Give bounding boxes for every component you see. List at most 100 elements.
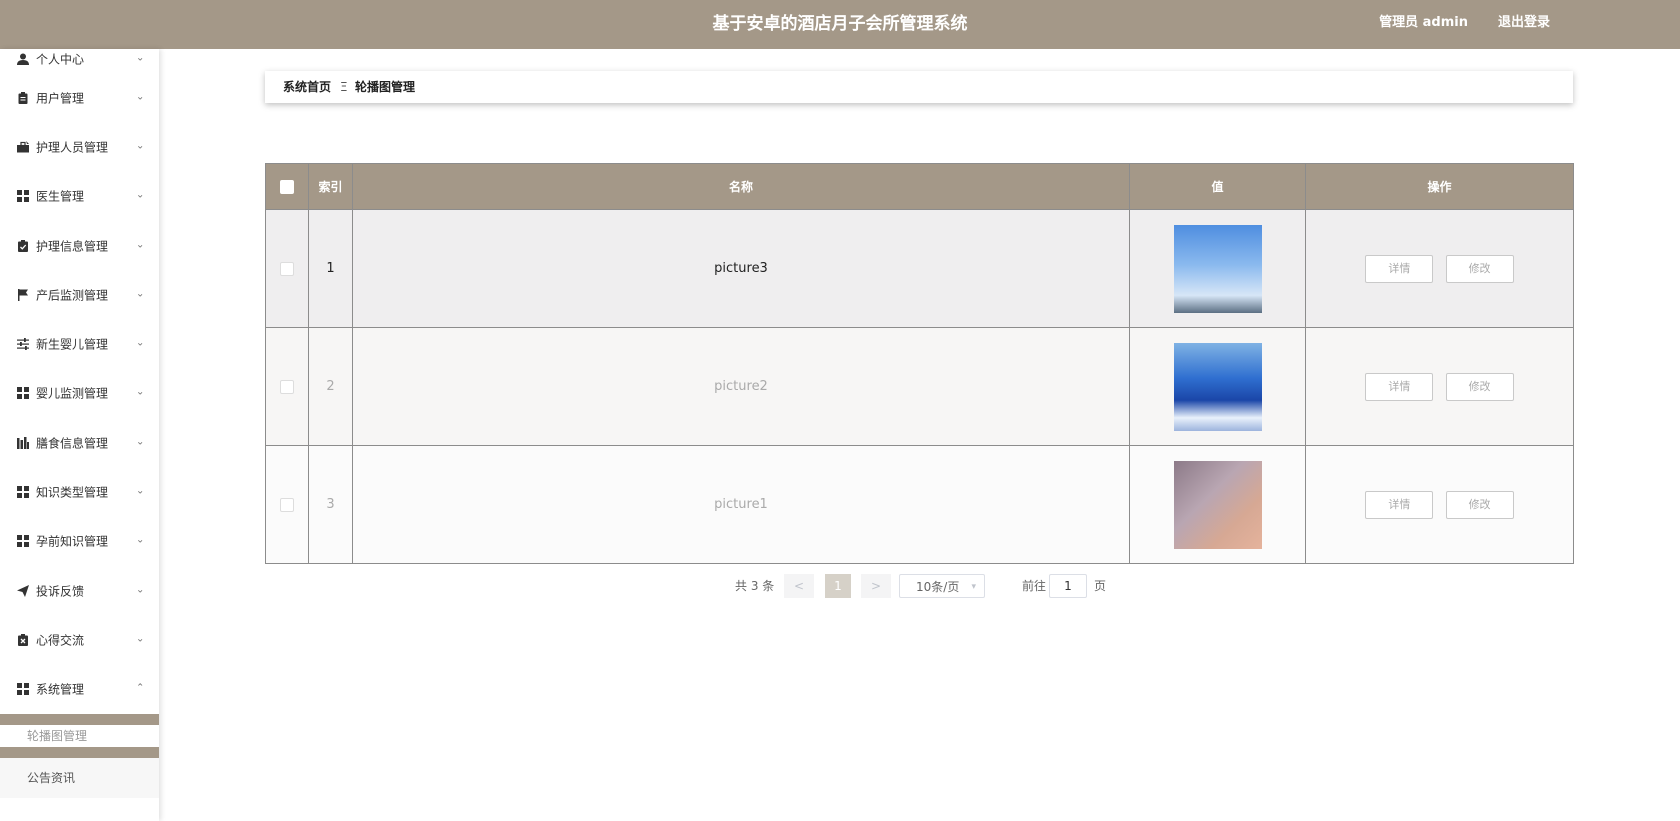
clipboard-check-icon — [17, 239, 29, 252]
sidebar-item-personal-center[interactable]: 个人中心 ⌄ — [0, 49, 159, 73]
index-cell: 2 — [308, 327, 353, 446]
table-header-row: 索引 名称 值 操作 — [265, 163, 1574, 210]
pagination-page-1[interactable]: 1 — [825, 574, 851, 598]
column-header-value: 值 — [1129, 163, 1306, 210]
column-header-index: 索引 — [308, 163, 353, 210]
grid-icon — [17, 535, 29, 548]
bar-chart-icon — [17, 436, 29, 449]
row-select-cell — [265, 209, 309, 328]
carousel-thumbnail — [1173, 342, 1262, 431]
edit-button[interactable]: 修改 — [1445, 372, 1514, 401]
page-unit-label: 页 — [1094, 579, 1107, 593]
submenu-item-carousel-management[interactable]: 轮播图管理 — [0, 724, 159, 747]
grid-icon — [17, 683, 29, 696]
briefcase-icon — [17, 140, 29, 153]
sidebar-item-infant-monitoring[interactable]: 婴儿监测管理 ⌄ — [0, 369, 159, 418]
pagination-next-button[interactable]: > — [861, 574, 891, 598]
index-cell: 1 — [308, 209, 353, 328]
carousel-thumbnail — [1173, 460, 1262, 549]
sidebar-item-experience-sharing[interactable]: 心得交流 ⌄ — [0, 615, 159, 664]
sidebar-item-label: 个人中心 — [36, 52, 85, 67]
sidebar-item-label: 膳食信息管理 — [36, 436, 109, 451]
name-cell: picture1 — [352, 445, 1130, 564]
detail-button[interactable]: 详情 — [1365, 254, 1434, 283]
logout-button[interactable]: 退出登录 — [1498, 0, 1550, 46]
sidebar-item-prepregnancy-knowledge[interactable]: 孕前知识管理 ⌄ — [0, 517, 159, 566]
table-row: 2 picture2 详情 修改 — [265, 327, 1574, 446]
sidebar-item-label: 心得交流 — [36, 633, 85, 648]
submenu-divider — [0, 713, 159, 725]
sidebar: 个人中心 ⌄ 用户管理 ⌄ 护理人员管理 ⌄ 医生管理 ⌄ 护理信息管理 ⌄ 产… — [0, 49, 159, 821]
select-all-cell — [265, 163, 309, 210]
pagination-total: 共 3 条 — [735, 579, 775, 593]
breadcrumb-home-link[interactable]: 系统首页 — [283, 71, 331, 103]
page-size-value: 10条/页 — [916, 580, 960, 594]
sidebar-item-label: 用户管理 — [36, 91, 85, 106]
carousel-table: 索引 名称 值 操作 1 picture3 详情 修改 2 picture2 详… — [265, 163, 1574, 564]
sidebar-item-label: 孕前知识管理 — [36, 534, 109, 549]
sidebar-item-label: 产后监测管理 — [36, 288, 109, 303]
sidebar-item-label: 知识类型管理 — [36, 485, 109, 500]
sidebar-item-postpartum-monitoring[interactable]: 产后监测管理 ⌄ — [0, 270, 159, 319]
row-checkbox[interactable] — [280, 379, 294, 394]
sidebar-item-nursing-info[interactable]: 护理信息管理 ⌄ — [0, 221, 159, 270]
edit-button[interactable]: 修改 — [1445, 490, 1514, 519]
row-checkbox[interactable] — [280, 261, 294, 276]
sidebar-item-label: 系统管理 — [36, 682, 85, 697]
chevron-down-icon: ⌄ — [136, 633, 145, 645]
sidebar-item-user-management[interactable]: 用户管理 ⌄ — [0, 73, 159, 122]
actions-cell: 详情 修改 — [1305, 209, 1574, 328]
row-select-cell — [265, 445, 309, 564]
submenu-item-announcements[interactable]: 公告资讯 — [0, 757, 159, 798]
grid-icon — [17, 486, 29, 499]
chevron-down-icon: ⌄ — [136, 189, 145, 201]
grid-icon — [17, 190, 29, 203]
send-icon — [17, 584, 29, 597]
clipboard-icon — [17, 91, 29, 104]
value-cell — [1129, 327, 1306, 446]
clipboard-x-icon — [17, 633, 29, 646]
column-header-actions: 操作 — [1305, 163, 1574, 210]
breadcrumb: 系统首页 Ξ 轮播图管理 — [265, 71, 1573, 103]
chevron-down-icon: ⌄ — [136, 238, 145, 250]
sidebar-item-label: 医生管理 — [36, 189, 85, 204]
value-cell — [1129, 445, 1306, 564]
chevron-down-icon: ⌄ — [136, 337, 145, 349]
sidebar-item-label: 投诉反馈 — [36, 584, 85, 599]
name-cell: picture2 — [352, 327, 1130, 446]
sidebar-item-label: 婴儿监测管理 — [36, 386, 109, 401]
chevron-up-icon: ⌃ — [136, 682, 145, 694]
select-all-checkbox[interactable] — [280, 179, 294, 194]
goto-label: 前往 — [1022, 579, 1047, 593]
chevron-down-icon: ⌄ — [136, 288, 145, 300]
sidebar-item-label: 护理信息管理 — [36, 239, 109, 254]
admin-user-label: 管理员 admin — [1379, 15, 1468, 30]
detail-button[interactable]: 详情 — [1365, 372, 1434, 401]
sidebar-item-doctor-management[interactable]: 医生管理 ⌄ — [0, 172, 159, 221]
sidebar-item-nursing-staff[interactable]: 护理人员管理 ⌄ — [0, 122, 159, 171]
chevron-down-icon: ⌄ — [136, 534, 145, 546]
flag-icon — [17, 288, 29, 301]
pagination-prev-button[interactable]: < — [784, 574, 814, 598]
sidebar-item-newborn-management[interactable]: 新生婴儿管理 ⌄ — [0, 319, 159, 368]
actions-cell: 详情 修改 — [1305, 327, 1574, 446]
submenu-divider — [0, 746, 159, 758]
table-row: 1 picture3 详情 修改 — [265, 209, 1574, 328]
sidebar-item-meal-info[interactable]: 膳食信息管理 ⌄ — [0, 418, 159, 467]
chevron-down-icon: ⌄ — [136, 436, 145, 448]
name-cell: picture3 — [352, 209, 1130, 328]
sidebar-item-knowledge-type[interactable]: 知识类型管理 ⌄ — [0, 467, 159, 516]
goto-page-input[interactable] — [1049, 574, 1087, 598]
breadcrumb-separator: Ξ — [340, 80, 348, 94]
sidebar-item-complaint-feedback[interactable]: 投诉反馈 ⌄ — [0, 566, 159, 615]
row-checkbox[interactable] — [280, 497, 294, 512]
top-header: 基于安卓的酒店月子会所管理系统 管理员 admin 退出登录 — [0, 0, 1680, 49]
column-header-name: 名称 — [352, 163, 1130, 210]
edit-button[interactable]: 修改 — [1445, 254, 1514, 283]
detail-button[interactable]: 详情 — [1365, 490, 1434, 519]
user-icon — [17, 53, 29, 65]
chevron-down-icon: ⌄ — [136, 584, 145, 596]
chevron-down-icon: ⌄ — [136, 91, 145, 103]
sidebar-item-system-management[interactable]: 系统管理 ⌃ — [0, 665, 159, 714]
page-size-select[interactable]: 10条/页 ▾ — [899, 574, 985, 598]
